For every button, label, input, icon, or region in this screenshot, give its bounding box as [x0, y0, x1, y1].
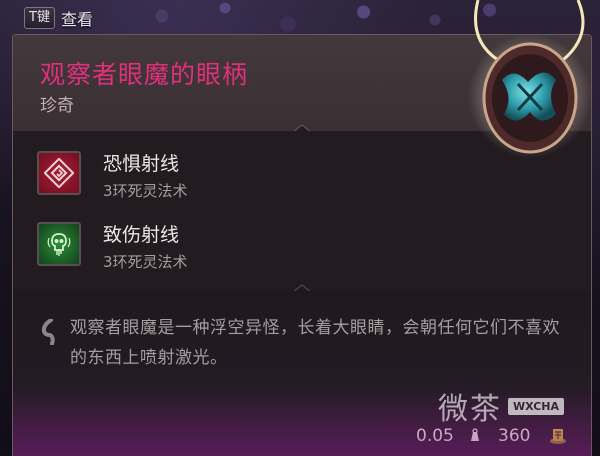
- item-weight: 0.05: [416, 426, 454, 446]
- watermark-text: 微茶: [438, 392, 502, 427]
- spiral-icon: [37, 151, 81, 195]
- item-name: 观察者眼魔的眼柄: [40, 60, 249, 89]
- description-section: 观察者眼魔是一种浮空异怪，长着大眼睛，会朝任何它们不喜欢的东西上喷射激光。 0.…: [13, 291, 591, 456]
- watermark-badge: WXCHA: [508, 397, 565, 415]
- amulet-item-image: [468, 0, 592, 158]
- examine-label: 查看: [60, 10, 93, 29]
- item-value: 360: [498, 426, 531, 446]
- watermark: 微茶 WXCHA: [438, 384, 565, 428]
- spell-level: 3环死灵法术: [103, 182, 188, 200]
- weight-icon: [471, 428, 479, 441]
- spell-name: 恐惧射线: [103, 153, 180, 175]
- gold-coin-icon: [550, 429, 566, 444]
- item-rarity: 珍奇: [40, 96, 74, 116]
- spell-row-fear[interactable]: 恐惧射线 3环死灵法术: [37, 151, 188, 201]
- examine-key-hint[interactable]: T键 查看: [24, 6, 93, 30]
- quill-icon: [41, 319, 55, 345]
- spell-row-wounds[interactable]: 致伤射线 3环死灵法术: [37, 222, 188, 272]
- spell-level: 3环死灵法术: [103, 253, 188, 271]
- t-key-cap: T键: [24, 7, 55, 29]
- skull-icon: [37, 222, 81, 266]
- spell-name: 致伤射线: [103, 224, 180, 246]
- item-description: 观察者眼魔是一种浮空异怪，长着大眼睛，会朝任何它们不喜欢的东西上喷射激光。: [70, 318, 560, 368]
